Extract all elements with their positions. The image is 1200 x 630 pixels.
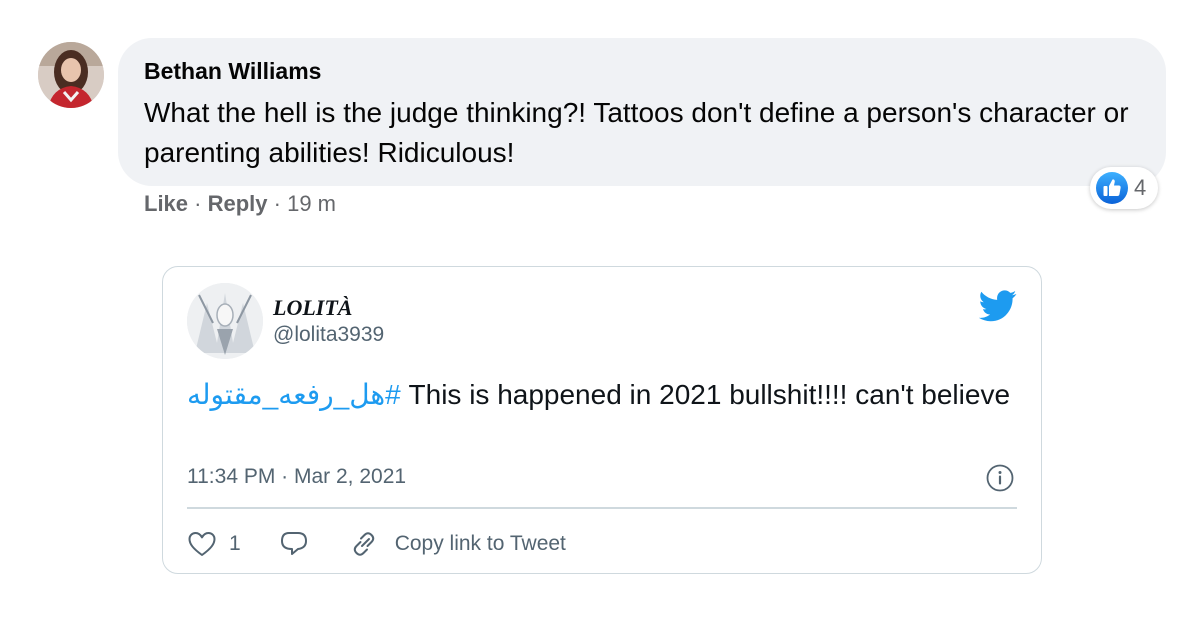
- tweet-author-avatar[interactable]: [187, 283, 263, 359]
- tweet-hashtag-link[interactable]: #هل_رفعه_مقتوله: [187, 379, 401, 410]
- link-icon: [353, 532, 374, 556]
- comment-actions: Like · Reply · 19 m: [144, 191, 336, 217]
- comment-author[interactable]: Bethan Williams: [144, 58, 321, 85]
- comment-bubble: Bethan Williams What the hell is the jud…: [118, 38, 1166, 186]
- tweet-like-count: 1: [229, 532, 241, 555]
- reaction-summary[interactable]: 4: [1090, 167, 1159, 209]
- info-icon[interactable]: [985, 463, 1015, 493]
- embedded-tweet[interactable]: LOLITÀ @lolita3939 #هل_رفعه_مقتوله This …: [162, 266, 1042, 574]
- separator: ·: [188, 191, 208, 216]
- tweet-actions: 1 Copy link to Tweet: [187, 529, 566, 559]
- heart-icon: [188, 532, 216, 556]
- reaction-count: 4: [1134, 175, 1147, 200]
- tweet-divider: [187, 507, 1017, 509]
- tweet-body-text: This is happened in 2021 bullshit!!!! ca…: [400, 379, 1011, 410]
- tweet-display-name[interactable]: LOLITÀ: [273, 295, 352, 321]
- commenter-avatar[interactable]: [38, 42, 104, 108]
- comment-text: What the hell is the judge thinking?! Ta…: [144, 97, 1129, 168]
- tweet-like-button[interactable]: 1: [187, 530, 241, 558]
- tweet-timestamp[interactable]: 11:34 PM · Mar 2, 2021: [187, 465, 406, 489]
- tweet-text: #هل_رفعه_مقتوله This is happened in 2021…: [187, 375, 1017, 415]
- tweet-handle[interactable]: @lolita3939: [273, 323, 384, 347]
- separator: ·: [267, 191, 288, 216]
- like-button[interactable]: Like: [144, 191, 188, 217]
- copy-link-button[interactable]: Copy link to Tweet: [349, 529, 566, 559]
- like-icon: [1096, 172, 1128, 204]
- tweet-reply-button[interactable]: [279, 530, 309, 558]
- comment-timestamp[interactable]: 19 m: [287, 191, 336, 217]
- reply-bubble-icon: [280, 532, 307, 555]
- reply-button[interactable]: Reply: [208, 191, 268, 217]
- copy-link-label: Copy link to Tweet: [394, 532, 566, 555]
- twitter-bird-icon[interactable]: [979, 289, 1017, 323]
